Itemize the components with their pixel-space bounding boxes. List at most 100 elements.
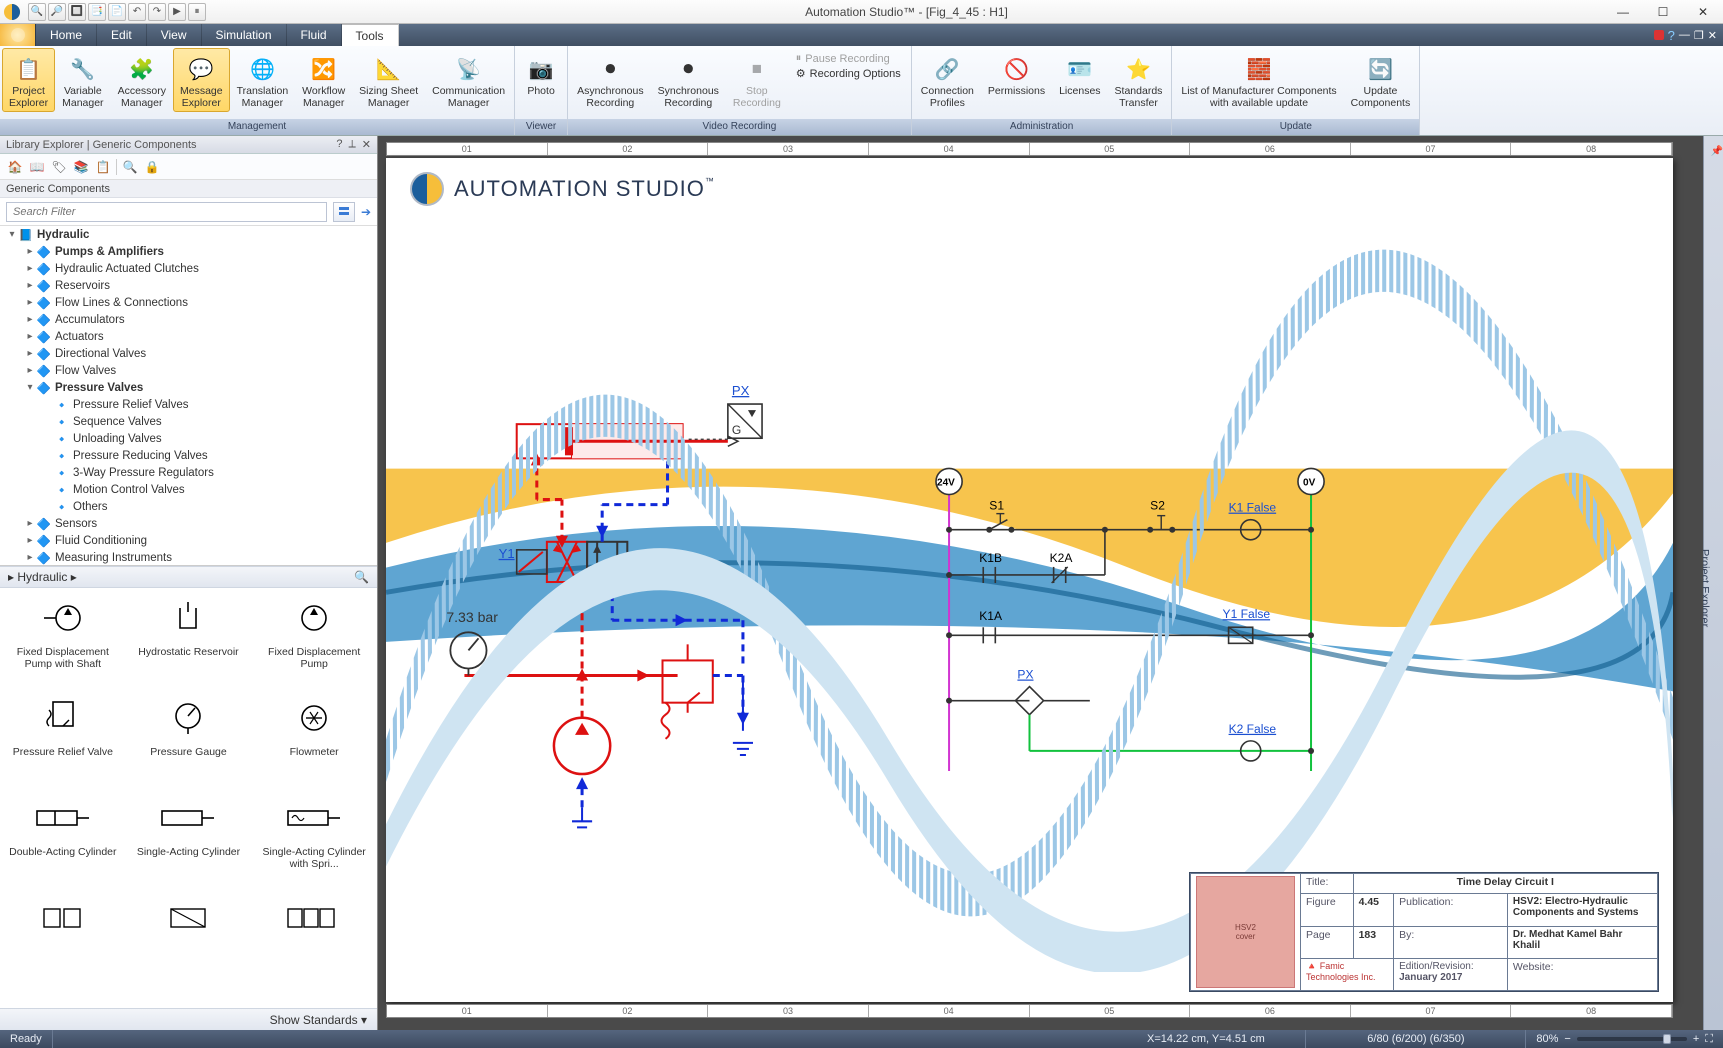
library-search-input[interactable]	[6, 202, 327, 222]
tree-node[interactable]: ▾🔷Pressure Valves	[0, 379, 377, 396]
project-explorer[interactable]: 📋Project Explorer	[2, 48, 55, 112]
pane-close-icon[interactable]: ✕	[362, 138, 371, 151]
tree-node[interactable]: 🔹Unloading Valves	[0, 430, 377, 447]
lib-tool-copy-icon[interactable]: 📋	[94, 158, 112, 176]
tree-node[interactable]: ▸🔷Actuators	[0, 328, 377, 345]
sync-recording[interactable]: ⏺Synchronous Recording	[651, 48, 726, 112]
lib-tool-book-icon[interactable]: 📖	[28, 158, 46, 176]
communication-manager[interactable]: 📡Communication Manager	[425, 48, 512, 112]
symbol-misc2[interactable]	[126, 888, 252, 988]
variable-manager[interactable]: 🔧Variable Manager	[55, 48, 110, 112]
zoom-control[interactable]: 80% − + ⛶	[1526, 1033, 1723, 1046]
tree-twister-icon[interactable]: ▸	[24, 365, 36, 376]
tree-node[interactable]: ▸🔷Directional Valves	[0, 345, 377, 362]
tree-node[interactable]: ▸🔷Sensors	[0, 515, 377, 532]
photo-viewer[interactable]: 📷Photo	[517, 48, 565, 100]
search-options-button[interactable]	[333, 202, 355, 222]
workflow-manager[interactable]: 🔀Workflow Manager	[295, 48, 352, 112]
drawing-paper[interactable]: AUTOMATION STUDIO™	[386, 158, 1673, 1002]
tree-twister-icon[interactable]: ▸	[24, 518, 36, 529]
symbol-cyl-da[interactable]: Double-Acting Cylinder	[0, 788, 126, 888]
symbol-pump-shaft[interactable]: Fixed Displacement Pump with Shaft	[0, 588, 126, 688]
qat-button-7[interactable]: ▶	[168, 3, 186, 21]
search-go-icon[interactable]: ➔	[361, 205, 371, 219]
zoom-fit-icon[interactable]: ⛶	[1705, 1033, 1713, 1046]
tree-node[interactable]: ▾📘Hydraulic	[0, 226, 377, 243]
tree-twister-icon[interactable]: ▸	[24, 535, 36, 546]
tree-node[interactable]: ▸🔷Reservoirs	[0, 277, 377, 294]
show-standards-button[interactable]: Show Standards ▾	[0, 1008, 377, 1030]
tab-tools[interactable]: Tools	[342, 24, 399, 46]
list-updates[interactable]: 🧱List of Manufacturer Components with av…	[1174, 48, 1343, 112]
lib-tool-layers-icon[interactable]: 📚	[72, 158, 90, 176]
library-tab-label[interactable]: Generic Components	[0, 180, 377, 198]
tree-node[interactable]: ▸🔷Hydraulic Actuated Clutches	[0, 260, 377, 277]
qat-button-0[interactable]: 🔍	[28, 3, 46, 21]
lib-tool-home-icon[interactable]: 🏠	[6, 158, 24, 176]
tree-twister-icon[interactable]: ▸	[24, 246, 36, 257]
diagram-viewport[interactable]: 0102030405060708 AUTOMATION STUDIO™	[378, 136, 1703, 1030]
qat-button-1[interactable]: 🔎	[48, 3, 66, 21]
tree-node[interactable]: ▸🔷Flow Lines & Connections	[0, 294, 377, 311]
symbol-cyl-sas[interactable]: Single-Acting Cylinder with Spri...	[251, 788, 377, 888]
mdi-minimize-icon[interactable]: —	[1679, 29, 1690, 41]
dock-pin-icon[interactable]: 📌	[1711, 146, 1723, 157]
async-recording[interactable]: ⏺Asynchronous Recording	[570, 48, 651, 112]
symbol-prv[interactable]: Pressure Relief Valve	[0, 688, 126, 788]
zoom-in-icon[interactable]: +	[1693, 1033, 1699, 1045]
tab-simulation[interactable]: Simulation	[202, 24, 287, 46]
standards-transfer[interactable]: ⭐Standards Transfer	[1108, 48, 1170, 112]
tab-view[interactable]: View	[147, 24, 202, 46]
symbol-misc1[interactable]	[0, 888, 126, 988]
licenses[interactable]: 🪪Licenses	[1052, 48, 1107, 100]
zoom-out-icon[interactable]: −	[1564, 1033, 1570, 1045]
connection-profiles[interactable]: 🔗Connection Profiles	[914, 48, 981, 112]
pane-pin-icon[interactable]: ⟂	[348, 138, 355, 151]
tree-twister-icon[interactable]: ▸	[24, 297, 36, 308]
lib-tool-search-icon[interactable]: 🔍	[121, 158, 139, 176]
symbols-search-icon[interactable]: 🔍	[354, 570, 369, 584]
symbol-cyl-sa[interactable]: Single-Acting Cylinder	[126, 788, 252, 888]
tree-node[interactable]: 🔹Motion Control Valves	[0, 481, 377, 498]
qat-button-4[interactable]: 📄	[108, 3, 126, 21]
project-explorer-dock-tab[interactable]: 📌 Project Explorer	[1703, 136, 1723, 1030]
qat-button-5[interactable]: ↶	[128, 3, 146, 21]
tree-twister-icon[interactable]: ▾	[24, 382, 36, 393]
symbol-misc3[interactable]	[251, 888, 377, 988]
mdi-close-icon[interactable]: ✕	[1708, 29, 1717, 42]
symbol-gauge[interactable]: Pressure Gauge	[126, 688, 252, 788]
lib-tool-lock-icon[interactable]: 🔒	[143, 158, 161, 176]
lib-tool-tag-icon[interactable]: 🏷	[50, 158, 68, 176]
tree-twister-icon[interactable]: ▸	[24, 314, 36, 325]
accessory-manager[interactable]: 🧩Accessory Manager	[111, 48, 173, 112]
tree-node[interactable]: ▸🔷Pumps & Amplifiers	[0, 243, 377, 260]
tree-node[interactable]: ▸🔷Fluid Conditioning	[0, 532, 377, 549]
pane-options-icon[interactable]: ?	[336, 138, 342, 151]
translation-manager[interactable]: 🌐Translation Manager	[230, 48, 296, 112]
tree-node[interactable]: ▸🔷Accumulators	[0, 311, 377, 328]
maximize-button[interactable]: ☐	[1643, 0, 1683, 24]
permissions[interactable]: 🚫Permissions	[981, 48, 1052, 100]
ribbon-side-item[interactable]: ⚙Recording Options	[796, 67, 901, 80]
mdi-restore-icon[interactable]: ❐	[1694, 29, 1704, 42]
tab-home[interactable]: Home	[36, 24, 97, 46]
qat-button-3[interactable]: 📑	[88, 3, 106, 21]
help-icon[interactable]: ?	[1668, 28, 1675, 43]
minimize-button[interactable]: —	[1603, 0, 1643, 24]
tree-twister-icon[interactable]: ▸	[24, 348, 36, 359]
symbol-flowmeter[interactable]: Flowmeter	[251, 688, 377, 788]
tree-node[interactable]: 🔹Pressure Relief Valves	[0, 396, 377, 413]
symbols-grid[interactable]: Fixed Displacement Pump with ShaftHydros…	[0, 588, 377, 1008]
tree-node[interactable]: 🔹Sequence Valves	[0, 413, 377, 430]
symbol-pump[interactable]: Fixed Displacement Pump	[251, 588, 377, 688]
qat-button-8[interactable]: ⏸	[188, 3, 206, 21]
message-explorer[interactable]: 💬Message Explorer	[173, 48, 230, 112]
tree-twister-icon[interactable]: ▸	[24, 552, 36, 563]
file-orb[interactable]	[0, 24, 36, 46]
tree-node[interactable]: 🔹3-Way Pressure Regulators	[0, 464, 377, 481]
tree-twister-icon[interactable]: ▸	[24, 331, 36, 342]
tree-twister-icon[interactable]: ▸	[24, 280, 36, 291]
tree-node[interactable]: ▸🔷Measuring Instruments	[0, 549, 377, 566]
zoom-slider[interactable]	[1577, 1037, 1687, 1041]
tree-twister-icon[interactable]: ▾	[6, 229, 18, 240]
